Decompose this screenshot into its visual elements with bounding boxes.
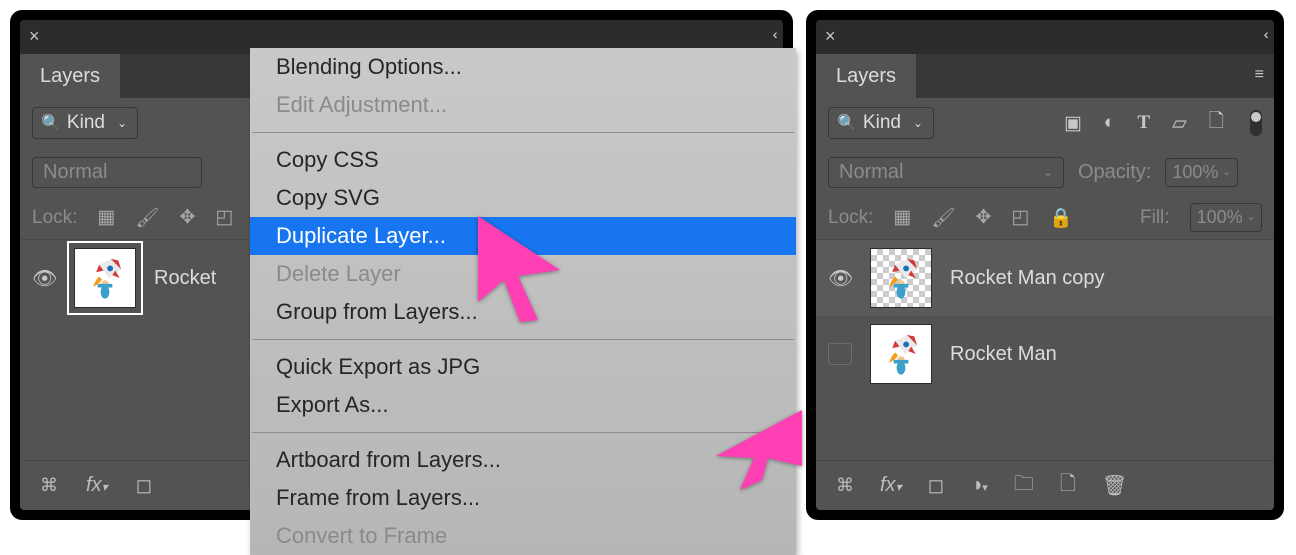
layer-thumbnail[interactable] bbox=[870, 324, 932, 384]
link-layers-icon[interactable]: ⌘ bbox=[836, 475, 854, 496]
blend-mode-value: Normal bbox=[43, 161, 107, 184]
layers-tab[interactable]: Layers bbox=[816, 54, 916, 98]
filter-type-icon[interactable]: T bbox=[1137, 112, 1150, 134]
new-layer-icon[interactable]: 🗋 bbox=[1060, 469, 1076, 503]
delete-layer-icon[interactable]: 🗑 bbox=[1102, 473, 1127, 498]
lock-all-icon[interactable]: 🔒 bbox=[1049, 206, 1073, 230]
ctx-edit-adjustment: Edit Adjustment... bbox=[250, 86, 796, 124]
chevron-down-icon: ⌄ bbox=[1247, 212, 1255, 223]
layer-mask-icon[interactable]: ◻ bbox=[136, 473, 153, 498]
layer-row[interactable]: Rocket Man bbox=[816, 316, 1274, 392]
visibility-toggle[interactable] bbox=[828, 343, 852, 365]
close-icon[interactable]: × bbox=[29, 26, 40, 47]
layers-list: 👁 Rocket Man copy Rocket Man bbox=[816, 240, 1274, 392]
layer-thumbnail[interactable] bbox=[74, 248, 136, 308]
lock-transparency-icon[interactable]: ▦ bbox=[893, 206, 911, 229]
filter-smart-icon[interactable]: 🗋 bbox=[1209, 107, 1224, 139]
lock-transparency-icon[interactable]: ▦ bbox=[97, 206, 115, 229]
layer-name: Rocket Man bbox=[950, 343, 1057, 366]
lock-paint-icon[interactable]: 🖌 bbox=[931, 206, 955, 230]
search-icon: 🔍 bbox=[837, 113, 857, 133]
annotation-cursor bbox=[714, 408, 804, 498]
fill-label: Fill: bbox=[1140, 207, 1170, 229]
search-icon: 🔍 bbox=[41, 113, 61, 133]
ctx-copy-svg[interactable]: Copy SVG bbox=[250, 179, 796, 217]
lock-row: Lock: ▦ 🖌 ✥ ◰ 🔒 Fill: 100%⌄ bbox=[816, 196, 1274, 240]
layer-thumbnail[interactable] bbox=[870, 248, 932, 308]
layer-fx-icon[interactable]: fx▾ bbox=[86, 474, 108, 497]
adjustment-layer-icon[interactable]: ◑▾ bbox=[970, 474, 988, 497]
link-layers-icon[interactable]: ⌘ bbox=[40, 475, 58, 496]
lock-artboard-icon[interactable]: ◰ bbox=[215, 206, 233, 229]
annotation-cursor bbox=[474, 214, 564, 329]
group-icon[interactable]: 🗀 bbox=[1014, 469, 1034, 503]
filter-shape-icon[interactable]: ▱ bbox=[1172, 112, 1187, 135]
panel-tabstrip: × ‹‹ bbox=[816, 20, 1274, 54]
blend-mode-value: Normal bbox=[839, 161, 903, 184]
ctx-copy-css[interactable]: Copy CSS bbox=[250, 141, 796, 179]
filter-pixel-icon[interactable]: ▣ bbox=[1064, 112, 1082, 135]
ctx-blending-options[interactable]: Blending Options... bbox=[250, 48, 796, 86]
lock-label: Lock: bbox=[828, 207, 873, 229]
opacity-label: Opacity: bbox=[1078, 161, 1151, 184]
opacity-value[interactable]: 100%⌄ bbox=[1165, 158, 1237, 187]
blend-row: Normal ⌄ Opacity: 100%⌄ bbox=[816, 148, 1274, 196]
close-icon[interactable]: × bbox=[825, 26, 836, 47]
filter-kind-dropdown[interactable]: 🔍 Kind ⌄ bbox=[32, 107, 138, 139]
ctx-convert-to-frame: Convert to Frame bbox=[250, 517, 796, 555]
layer-row[interactable]: 👁 Rocket Man copy bbox=[816, 240, 1274, 316]
chevron-down-icon: ⌄ bbox=[1043, 165, 1053, 179]
blend-mode-dropdown[interactable]: Normal ⌄ bbox=[828, 157, 1064, 188]
layers-tab[interactable]: Layers bbox=[20, 54, 120, 98]
lock-position-icon[interactable]: ✥ bbox=[180, 206, 196, 229]
layer-fx-icon[interactable]: fx▾ bbox=[880, 474, 902, 497]
lock-label: Lock: bbox=[32, 207, 77, 229]
blend-mode-dropdown[interactable]: Normal bbox=[32, 157, 202, 188]
panel-menu-icon[interactable]: ≡ bbox=[1255, 66, 1264, 84]
filter-toggle[interactable] bbox=[1250, 110, 1262, 136]
filter-row: 🔍 Kind ⌄ ▣ ◐ T ▱ 🗋 bbox=[816, 98, 1274, 148]
visibility-eye-icon[interactable]: 👁 bbox=[828, 266, 852, 291]
chevron-down-icon: ⌄ bbox=[913, 116, 923, 130]
layer-name: Rocket bbox=[154, 267, 216, 290]
layers-panel-right: × ‹‹ Layers ≡ 🔍 Kind ⌄ ▣ ◐ T ▱ 🗋 bbox=[816, 20, 1274, 510]
chevron-down-icon: ⌄ bbox=[117, 116, 127, 130]
panel-titlebar: Layers ≡ bbox=[816, 54, 1274, 98]
fill-value[interactable]: 100%⌄ bbox=[1190, 203, 1262, 232]
layers-bottom-toolbar: ⌘ fx▾ ◻ ◑▾ 🗀 🗋 🗑 bbox=[816, 460, 1274, 510]
layer-mask-icon[interactable]: ◻ bbox=[928, 473, 945, 498]
filter-kind-label: Kind bbox=[863, 112, 901, 134]
filter-kind-label: Kind bbox=[67, 112, 105, 134]
lock-paint-icon[interactable]: 🖌 bbox=[135, 206, 159, 230]
chevron-down-icon: ⌄ bbox=[1222, 167, 1230, 178]
filter-kind-dropdown[interactable]: 🔍 Kind ⌄ bbox=[828, 107, 934, 139]
lock-position-icon[interactable]: ✥ bbox=[976, 206, 992, 229]
lock-artboard-icon[interactable]: ◰ bbox=[1011, 206, 1029, 229]
ctx-quick-export-as-jpg[interactable]: Quick Export as JPG bbox=[250, 348, 796, 386]
layer-name: Rocket Man copy bbox=[950, 267, 1105, 290]
filter-adjust-icon[interactable]: ◐ bbox=[1104, 112, 1115, 134]
visibility-eye-icon[interactable]: 👁 bbox=[32, 266, 56, 291]
